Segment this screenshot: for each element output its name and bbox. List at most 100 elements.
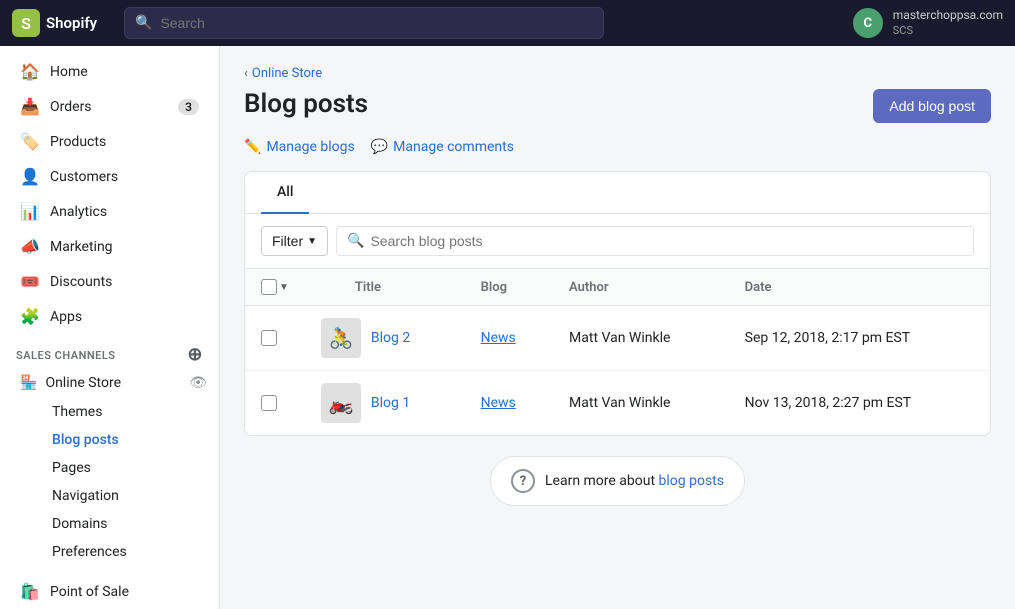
row-checkbox[interactable] [261, 395, 277, 411]
th-title: Title [305, 269, 465, 306]
table-row: 🏍️ Blog 1 News Matt Van Winkle Nov 13, 2… [245, 371, 990, 436]
learn-more-box: ? Learn more about blog posts [244, 436, 991, 526]
post-title-link[interactable]: Blog 2 [371, 330, 410, 346]
sidebar-item-label: Discounts [50, 274, 112, 290]
logo-text: shopify [46, 14, 97, 32]
learn-more-text: Learn more about blog posts [545, 473, 724, 489]
nav-right: C masterchoppsa.com SCS [853, 8, 1003, 38]
checkbox-dropdown-arrow[interactable]: ▼ [279, 282, 289, 293]
sidebar-item-marketing[interactable]: 📣 Marketing [4, 229, 215, 264]
post-date: Nov 13, 2018, 2:27 pm EST [745, 395, 912, 411]
apps-icon: 🧩 [20, 307, 40, 326]
blog-name-link[interactable]: News [481, 330, 516, 346]
sidebar-item-apps[interactable]: 🧩 Apps [4, 299, 215, 334]
manage-comments-icon: 💬 [371, 139, 388, 155]
search-blog-posts-wrap: 🔍 [336, 226, 974, 256]
sub-actions: ✏️ Manage blogs 💬 Manage comments [244, 139, 991, 155]
blog-posts-card: All Filter ▼ 🔍 [244, 171, 991, 436]
row-author-cell: Matt Van Winkle [553, 371, 729, 436]
marketing-icon: 📣 [20, 237, 40, 256]
sales-channels-title: SALES CHANNELS ⊕ [0, 334, 219, 368]
row-date-cell: Sep 12, 2018, 2:17 pm EST [729, 306, 990, 371]
orders-icon: 📥 [20, 97, 40, 116]
sidebar-item-customers[interactable]: 👤 Customers [4, 159, 215, 194]
blog-posts-label: Blog posts [52, 432, 119, 448]
table-row: 🚴 Blog 2 News Matt Van Winkle Sep 12, 20… [245, 306, 990, 371]
post-thumbnail: 🚴 [321, 318, 361, 358]
orders-badge: 3 [178, 99, 199, 115]
customers-icon: 👤 [20, 167, 40, 186]
filter-row: Filter ▼ 🔍 [245, 214, 990, 269]
pos-label: Point of Sale [50, 584, 129, 600]
sidebar-sub-item-pages[interactable]: Pages [44, 454, 211, 482]
eye-icon[interactable]: 👁 [189, 375, 207, 391]
add-blog-post-button[interactable]: Add blog post [873, 89, 991, 123]
blog-posts-link[interactable]: blog posts [659, 473, 724, 489]
th-author: Author [553, 269, 729, 306]
filter-button[interactable]: Filter ▼ [261, 226, 328, 256]
sidebar-item-label: Home [50, 64, 88, 80]
th-blog: Blog [465, 269, 553, 306]
search-input[interactable] [160, 15, 593, 31]
search-blog-posts-input[interactable] [370, 233, 963, 249]
manage-blogs-link[interactable]: ✏️ Manage blogs [244, 139, 355, 155]
logo[interactable]: S shopify [12, 9, 112, 37]
sidebar-item-label: Marketing [50, 239, 113, 255]
domains-label: Domains [52, 516, 107, 532]
th-date: Date [729, 269, 990, 306]
sidebar-sub-item-themes[interactable]: Themes [44, 398, 211, 426]
breadcrumb[interactable]: ‹ Online Store [244, 66, 991, 81]
sidebar-item-products[interactable]: 🏷️ Products [4, 124, 215, 159]
post-date: Sep 12, 2018, 2:17 pm EST [745, 330, 910, 346]
search-icon: 🔍 [135, 15, 152, 31]
store-name: masterchoppsa.com [893, 8, 1003, 24]
sidebar-sub-item-preferences[interactable]: Preferences [44, 538, 211, 566]
filter-dropdown-icon: ▼ [307, 236, 317, 247]
post-title-link[interactable]: Blog 1 [371, 395, 410, 411]
add-sales-channel-button[interactable]: ⊕ [187, 346, 203, 364]
main-content: ‹ Online Store Blog posts Add blog post … [220, 46, 1015, 609]
post-thumbnail: 🏍️ [321, 383, 361, 423]
sidebar-item-online-store[interactable]: 🏪 Online Store 👁 [4, 368, 215, 398]
blog-name-link[interactable]: News [481, 395, 516, 411]
sidebar-item-label: Analytics [50, 204, 107, 220]
sidebar-item-analytics[interactable]: 📊 Analytics [4, 194, 215, 229]
manage-comments-link[interactable]: 💬 Manage comments [371, 139, 514, 155]
filter-label: Filter [272, 233, 303, 249]
row-author-cell: Matt Van Winkle [553, 306, 729, 371]
row-checkbox-cell [245, 371, 305, 436]
author-name: Matt Van Winkle [569, 330, 670, 346]
manage-blogs-icon: ✏️ [244, 139, 261, 155]
row-checkbox-cell [245, 306, 305, 371]
row-title-cell: 🏍️ Blog 1 [305, 371, 465, 436]
avatar[interactable]: C [853, 8, 883, 38]
row-checkbox[interactable] [261, 330, 277, 346]
row-date-cell: Nov 13, 2018, 2:27 pm EST [729, 371, 990, 436]
products-icon: 🏷️ [20, 132, 40, 151]
logo-icon: S [12, 9, 40, 37]
sidebar-sub-item-navigation[interactable]: Navigation [44, 482, 211, 510]
select-all-checkbox[interactable] [261, 279, 277, 295]
home-icon: 🏠 [20, 62, 40, 81]
sidebar-sub-item-domains[interactable]: Domains [44, 510, 211, 538]
sidebar-item-label: Customers [50, 169, 118, 185]
sidebar-item-label: Orders [50, 99, 92, 115]
breadcrumb-label: Online Store [252, 66, 322, 81]
tab-all[interactable]: All [261, 172, 309, 214]
sidebar-item-discounts[interactable]: 🎟️ Discounts [4, 264, 215, 299]
online-store-label: Online Store [45, 375, 121, 391]
page-header: Blog posts Add blog post [244, 89, 991, 123]
breadcrumb-chevron: ‹ [244, 66, 248, 81]
sidebar-item-home[interactable]: 🏠 Home [4, 54, 215, 89]
sidebar-item-label: Products [50, 134, 106, 150]
row-title-cell: 🚴 Blog 2 [305, 306, 465, 371]
preferences-label: Preferences [52, 544, 127, 560]
sidebar-sub-item-blog-posts[interactable]: Blog posts [44, 426, 211, 454]
search-bar[interactable]: 🔍 [124, 7, 604, 39]
th-checkbox: ▼ [245, 269, 305, 306]
sidebar-item-point-of-sale[interactable]: 🛍️ Point of Sale [4, 574, 215, 609]
store-info: masterchoppsa.com SCS [893, 8, 1003, 38]
row-blog-cell: News [465, 371, 553, 436]
page-title: Blog posts [244, 89, 368, 119]
sidebar-item-orders[interactable]: 📥 Orders 3 [4, 89, 215, 124]
